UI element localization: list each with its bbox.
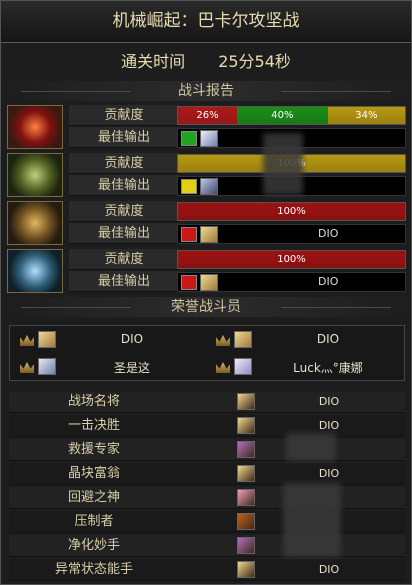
contribution-bar: 26% 40% 34% (177, 106, 406, 125)
honor-player-1[interactable]: DIO (12, 327, 206, 353)
award-row: 救援专家 (9, 439, 405, 461)
best-output-name: DIO (318, 275, 339, 288)
weapon-icon (181, 275, 197, 290)
team-1: 贡献度 最佳输出 26% 40% 34% (7, 105, 407, 151)
clear-time-bar: 通关时间 25分54秒 (1, 45, 411, 79)
honor-player-name: 圣是这 (113, 361, 150, 375)
award-title: 压制者 (74, 514, 114, 529)
contribution-label: 贡献度 (69, 201, 179, 222)
character-portrait-icon (38, 358, 56, 375)
honor-player-name: Luck灬°康娜 (293, 361, 363, 375)
contribution-bar: 100% (177, 202, 406, 221)
character-portrait-icon (200, 130, 218, 147)
contribution-label: 贡献度 (69, 153, 179, 174)
award-title: 晶块富翁 (67, 466, 120, 481)
honor-panel: DIO DIO 圣是这 Luck灬°康娜 (9, 325, 405, 381)
crown-icon (216, 335, 230, 346)
weapon-icon (181, 179, 197, 194)
clear-time-value: 25分54秒 (218, 52, 291, 71)
best-output-field: DIO (177, 224, 406, 244)
award-player-name: DIO (318, 563, 340, 576)
blur-patch (263, 133, 303, 195)
character-portrait-icon (237, 393, 255, 410)
honor-player-2[interactable]: DIO (208, 327, 402, 353)
award-title: 异常状态能手 (54, 562, 133, 577)
award-title: 净化妙手 (67, 538, 120, 553)
team-emblem-icon (7, 201, 63, 245)
award-title: 一击决胜 (67, 418, 120, 433)
team-emblem-icon (7, 105, 63, 149)
character-portrait-icon (234, 358, 252, 375)
contribution-segment: 34% (327, 107, 405, 124)
award-row: 回避之神 (9, 487, 405, 509)
contribution-segment: 40% (237, 107, 328, 124)
award-title: 救援专家 (67, 442, 120, 457)
honor-player-name: DIO (120, 332, 144, 346)
team-2: 贡献度最佳输出100% (7, 153, 407, 199)
contribution-label: 贡献度 (69, 105, 179, 126)
contribution-bar: 100% (177, 250, 406, 269)
award-player-name: DIO (318, 395, 340, 408)
award-player-name: DIO (318, 467, 340, 480)
character-portrait-icon (237, 417, 255, 434)
contribution-segment: 100% (178, 251, 405, 268)
blur-patch (286, 433, 336, 461)
crown-icon (20, 362, 34, 373)
character-portrait-icon (237, 489, 255, 506)
award-row: 一击决胜 DIO (9, 415, 405, 437)
battle-report-title: 战斗报告 (1, 81, 411, 101)
weapon-icon (181, 131, 197, 146)
best-output-label: 最佳输出 (69, 271, 179, 292)
character-portrait-icon (200, 226, 218, 243)
result-window: 机械崛起：巴卡尔攻坚战 通关时间 25分54秒 战斗报告 贡献度 最佳输出 26% 4… (0, 0, 412, 585)
team-emblem-icon (7, 153, 63, 197)
weapon-icon (181, 227, 197, 242)
best-output-field: DIO (177, 272, 406, 292)
clear-time-label: 通关时间 (121, 52, 186, 71)
award-row: 战场名将 DIO (9, 391, 405, 413)
honor-player-3[interactable]: 圣是这 (12, 354, 206, 380)
award-title: 战场名将 (67, 394, 120, 409)
character-portrait-icon (237, 537, 255, 554)
contribution-segment: 26% (178, 107, 238, 124)
honor-title: 荣誉战斗员 (1, 297, 411, 317)
team-3: 贡献度 最佳输出 100% DIO (7, 201, 407, 247)
crown-icon (20, 335, 34, 346)
award-row: 晶块富翁 DIO (9, 463, 405, 485)
character-portrait-icon (200, 178, 218, 195)
contribution-segment: 100% (178, 203, 405, 220)
character-portrait-icon (38, 331, 56, 348)
award-row: 异常状态能手 DIO (9, 559, 405, 581)
character-portrait-icon (237, 441, 255, 458)
character-portrait-icon (234, 331, 252, 348)
best-output-label: 最佳输出 (69, 127, 179, 148)
award-row: 压制者 (9, 511, 405, 533)
character-portrait-icon (237, 561, 255, 578)
blur-patch (283, 483, 341, 557)
honor-player-4[interactable]: Luck灬°康娜 (208, 354, 402, 380)
best-output-name: DIO (318, 227, 339, 240)
award-row: 净化妙手 (9, 535, 405, 557)
team-emblem-icon (7, 249, 63, 293)
best-output-label: 最佳输出 (69, 223, 179, 244)
character-portrait-icon (200, 274, 218, 291)
crown-icon (216, 362, 230, 373)
contribution-label: 贡献度 (69, 249, 179, 270)
character-portrait-icon (237, 513, 255, 530)
team-4: 贡献度 最佳输出 100% DIO (7, 249, 407, 295)
window-header: 机械崛起：巴卡尔攻坚战 (1, 1, 411, 43)
character-portrait-icon (237, 465, 255, 482)
best-output-label: 最佳输出 (69, 175, 179, 196)
award-title: 回避之神 (67, 490, 120, 505)
page-title: 机械崛起：巴卡尔攻坚战 (112, 11, 300, 31)
honor-player-name: DIO (316, 332, 340, 346)
